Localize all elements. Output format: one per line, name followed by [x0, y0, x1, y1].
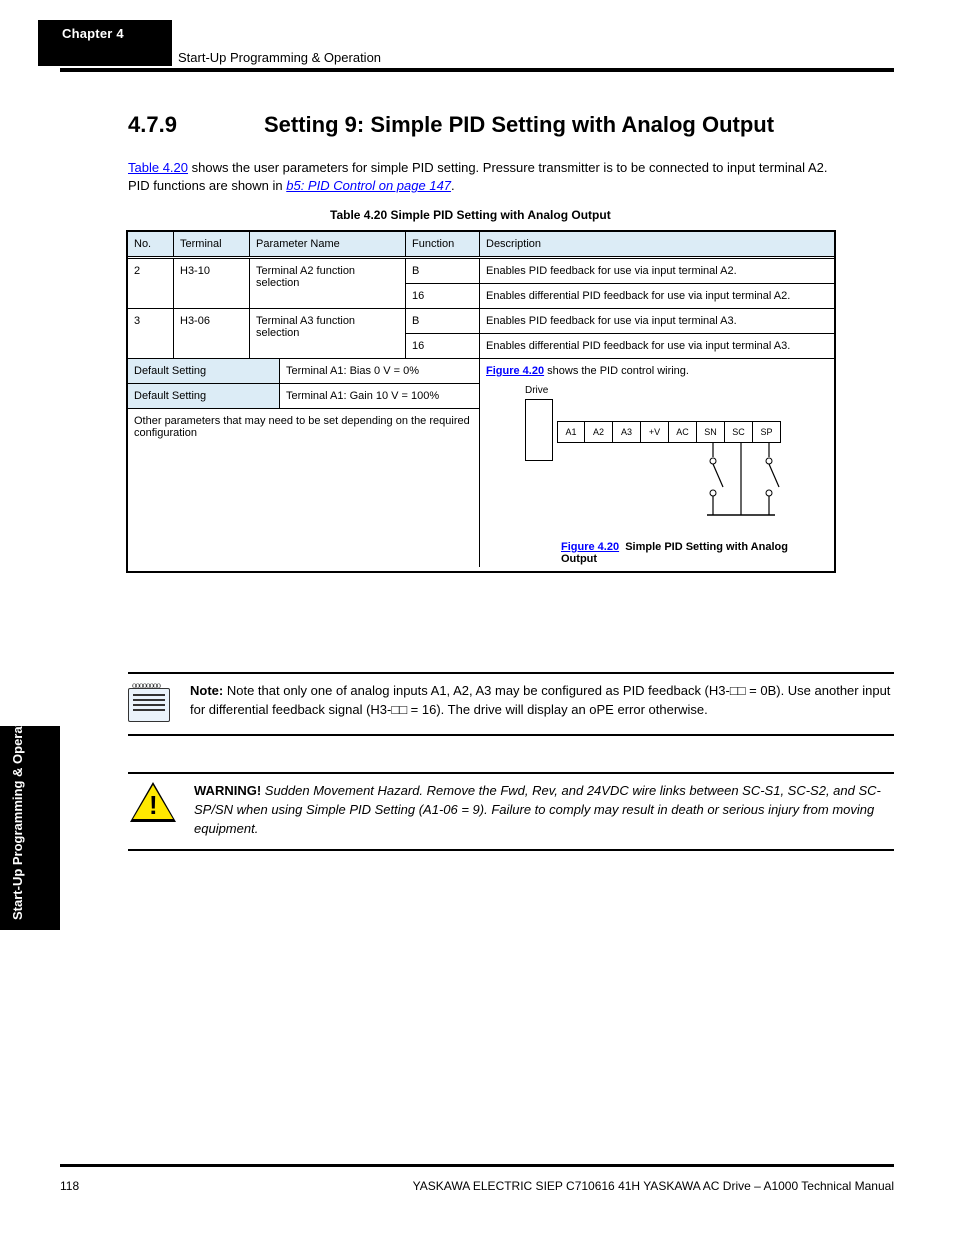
note-rule-top — [128, 672, 894, 674]
th-name: Parameter Name — [250, 232, 406, 256]
default-label2: Default Setting — [128, 384, 280, 409]
warning-block: ! WARNING! Sudden Movement Hazard. Remov… — [128, 772, 894, 851]
intro-line1-rest: shows the user parameters for simple PID… — [188, 160, 827, 175]
chapter-label: Chapter 4 — [62, 26, 172, 41]
warning-label: WARNING! — [194, 783, 261, 798]
wiring-comment: Other parameters that may need to be set… — [128, 409, 480, 567]
table-defaults: Default Setting Terminal A1: Bias 0 V = … — [128, 358, 834, 571]
section-number: 4.7.9 — [128, 112, 177, 138]
th-desc: Description — [480, 232, 834, 256]
table-caption: Table 4.20 Simple PID Setting with Analo… — [330, 208, 611, 222]
page-number: 118 — [60, 1179, 79, 1193]
td-desc-a: Enables PID feedback for use via input t… — [480, 259, 834, 284]
intro-table-ref[interactable]: Table 4.20 — [128, 160, 188, 175]
chapter-title: Start-Up Programming & Operation — [178, 50, 381, 65]
table-row: 3 H3-06 Terminal A3 function selection B… — [128, 308, 834, 358]
figure-link[interactable]: Figure 4.20 — [486, 365, 544, 377]
table-header-row: No. Terminal Parameter Name Function Des… — [128, 232, 834, 256]
top-rule — [60, 68, 894, 72]
intro-line2: PID functions are shown in b5: PID Contr… — [128, 178, 455, 193]
intro-line2-post: . — [451, 178, 455, 193]
table-row: 2 H3-10 Terminal A2 function selection B… — [128, 256, 834, 308]
section-title: Setting 9: Simple PID Setting with Analo… — [264, 112, 774, 138]
footer-doc: YASKAWA ELECTRIC SIEP C710616 41H YASKAW… — [413, 1179, 894, 1193]
td-terminal: H3-10 — [174, 259, 250, 308]
note-block: oooooooo Note: Note that only one of ana… — [128, 672, 894, 736]
side-tab — [0, 726, 60, 930]
td-desc-b: Enables differential PID feedback for us… — [480, 334, 834, 358]
td-func-b: 16 — [406, 284, 479, 308]
footer-rule — [60, 1164, 894, 1167]
td-func-a: B — [406, 259, 479, 284]
th-terminal: Terminal — [174, 232, 250, 256]
note-text: Note: Note that only one of analog input… — [190, 682, 894, 720]
intro-link[interactable]: b5: PID Control on page 147 — [286, 178, 451, 193]
td-name: Terminal A3 function selection — [250, 309, 406, 358]
th-no: No. — [128, 232, 174, 256]
td-func-a: B — [406, 309, 479, 334]
wiring-ref-cell: Figure 4.20 shows the PID control wiring… — [480, 359, 834, 571]
wiring-figure-caption: Figure 4.20 Simple PID Setting with Anal… — [561, 541, 807, 565]
default-value: Terminal A1: Bias 0 V = 0% — [280, 359, 480, 384]
td-desc-b: Enables differential PID feedback for us… — [480, 284, 834, 308]
wiring-svg — [507, 385, 807, 565]
td-func-b: 16 — [406, 334, 479, 358]
warning-rule-top — [128, 772, 894, 774]
default-label: Default Setting — [128, 359, 280, 384]
wiring-diagram: Drive A1 A2 A3 +V AC SN SC SP — [507, 385, 807, 565]
wiring-figure-num[interactable]: Figure 4.20 — [561, 541, 619, 553]
intro-line2-pre: PID functions are shown in — [128, 178, 286, 193]
th-func: Function — [406, 232, 480, 256]
figure-rest: shows the PID control wiring. — [547, 365, 689, 377]
side-tab-text: Start-Up Programming & Operation — [10, 703, 25, 920]
td-name: Terminal A2 function selection — [250, 259, 406, 308]
note-body: Note that only one of analog inputs A1, … — [190, 683, 890, 717]
warning-body: Sudden Movement Hazard. Remove the Fwd, … — [194, 783, 881, 836]
td-desc-a: Enables PID feedback for use via input t… — [480, 309, 834, 334]
param-table: No. Terminal Parameter Name Function Des… — [126, 230, 836, 573]
note-rule-bottom — [128, 734, 894, 736]
td-no: 3 — [128, 309, 174, 358]
note-icon: oooooooo — [128, 682, 174, 724]
td-no: 2 — [128, 259, 174, 308]
warning-icon: ! — [130, 782, 176, 822]
note-label: Note: — [190, 683, 223, 698]
td-terminal: H3-06 — [174, 309, 250, 358]
intro-line1: Table 4.20 shows the user parameters for… — [128, 160, 827, 175]
warning-text: WARNING! Sudden Movement Hazard. Remove … — [194, 782, 894, 839]
warning-rule-bottom — [128, 849, 894, 851]
default-value2: Terminal A1: Gain 10 V = 100% — [280, 384, 480, 409]
